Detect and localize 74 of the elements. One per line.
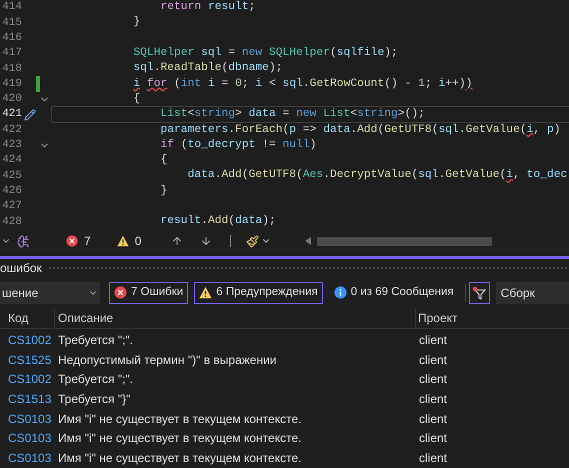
code-line: data.Add(GetUTF8(Aes.DecryptValue(sql.GetValue(i, to_dec [186, 168, 568, 184]
column-header[interactable]: Проект [416, 309, 458, 327]
error-code-link[interactable]: CS1002 [0, 330, 55, 349]
table-cell-text: client [418, 332, 448, 349]
table-cell-text: client [418, 410, 448, 428]
filter-toggle[interactable]: 6 Предупреждения [194, 282, 323, 304]
line-number: 417 [1, 46, 22, 62]
table-cell-text: Требуется "}" [57, 390, 132, 408]
panel-title: ошибок [0, 260, 43, 277]
table-cell-text: Требуется ";". [57, 371, 134, 388]
table-cell-text: Недопустимый термин ")" в выражении [57, 352, 278, 369]
table-cell-text: client [418, 352, 448, 369]
code-line: parameters.ForEach(p => data.Add(GetUTF8(sql.GetValue(i, p) [159, 122, 561, 138]
error-code-link[interactable]: CS0103 [0, 429, 55, 448]
line-number: 415 [1, 16, 22, 31]
column-header[interactable]: Описание [55, 308, 416, 328]
table-cell-text: Требуется ";". [57, 332, 134, 349]
pencil-icon[interactable] [24, 108, 36, 121]
code-line: SQLHelper sql = new SQLHelper(sqlfile); [132, 46, 398, 62]
error-count[interactable]: 7 [84, 232, 91, 250]
error-code-link[interactable]: CS0103 [0, 410, 55, 428]
horizontal-scrollbar[interactable] [317, 236, 492, 246]
code-line: List<string> data = new List<string>(); [52, 107, 569, 122]
line-number: 424 [1, 153, 22, 168]
line-number: 418 [1, 62, 22, 77]
error-code-link[interactable]: CS1002 [0, 370, 55, 388]
code-line: { [132, 92, 140, 107]
filter-button[interactable] [468, 282, 490, 304]
table-cell-text: client [418, 430, 448, 448]
filter-icon [472, 286, 486, 300]
error-icon [114, 286, 127, 299]
line-number: 422 [1, 122, 22, 138]
warning-count[interactable]: 0 [134, 232, 142, 250]
down-arrow-icon[interactable] [200, 235, 212, 247]
table-cell-text: client [418, 371, 448, 388]
table-cell-text: Имя "i" не существует в текущем контексте. [57, 410, 302, 428]
table-cell-text: Имя "i" не существует в текущем контексте. [57, 450, 302, 467]
code-line: return result; [159, 0, 256, 16]
line-number: 420 [1, 92, 22, 108]
warning-icon [199, 286, 212, 299]
line-number: 426 [1, 184, 22, 199]
filter-toggle[interactable]: 7 Ошибки [109, 282, 188, 304]
line-number: 414 [1, 0, 22, 16]
line-number: 425 [1, 168, 22, 184]
line-number: 428 [1, 214, 22, 230]
brain-icon[interactable] [17, 234, 30, 248]
line-number: 421 [1, 107, 22, 122]
info-icon [334, 286, 347, 299]
error-code-link[interactable]: CS0103 [0, 448, 55, 467]
code-line: { [159, 153, 168, 168]
brush-icon[interactable] [246, 234, 260, 248]
code-line: i for (int i = 0; i < sql.GetRowCount() - 1; i++)) [132, 76, 472, 92]
error-icon [66, 235, 78, 247]
line-number: 419 [1, 76, 22, 92]
line-number: 423 [1, 138, 22, 154]
build-dropdown[interactable]: Сборк [496, 282, 569, 304]
code-line: if (to_decrypt != null) [159, 138, 316, 153]
error-code-link[interactable]: CS1513 [0, 390, 55, 408]
column-header[interactable]: Код [0, 308, 55, 328]
up-arrow-icon[interactable] [171, 235, 184, 247]
scope-dropdown[interactable]: шение [0, 282, 100, 304]
code-line: } [159, 184, 168, 199]
table-cell-text: client [418, 450, 448, 467]
code-line: } [132, 15, 140, 30]
line-number: 416 [1, 31, 22, 46]
code-line: sql.ReadTable(dbname); [132, 61, 283, 76]
error-code-link[interactable]: CS1525 [0, 350, 55, 369]
line-number: 427 [1, 199, 22, 214]
table-cell-text: Имя "i" не существует в текущем контексте. [57, 430, 302, 448]
filter-toggle[interactable]: 0 из 69 Сообщения [328, 282, 459, 304]
warning-icon [116, 235, 129, 247]
scroll-left-icon[interactable] [305, 237, 312, 245]
table-cell-text: client [418, 390, 448, 408]
code-line: result.Add(data); [159, 214, 276, 230]
